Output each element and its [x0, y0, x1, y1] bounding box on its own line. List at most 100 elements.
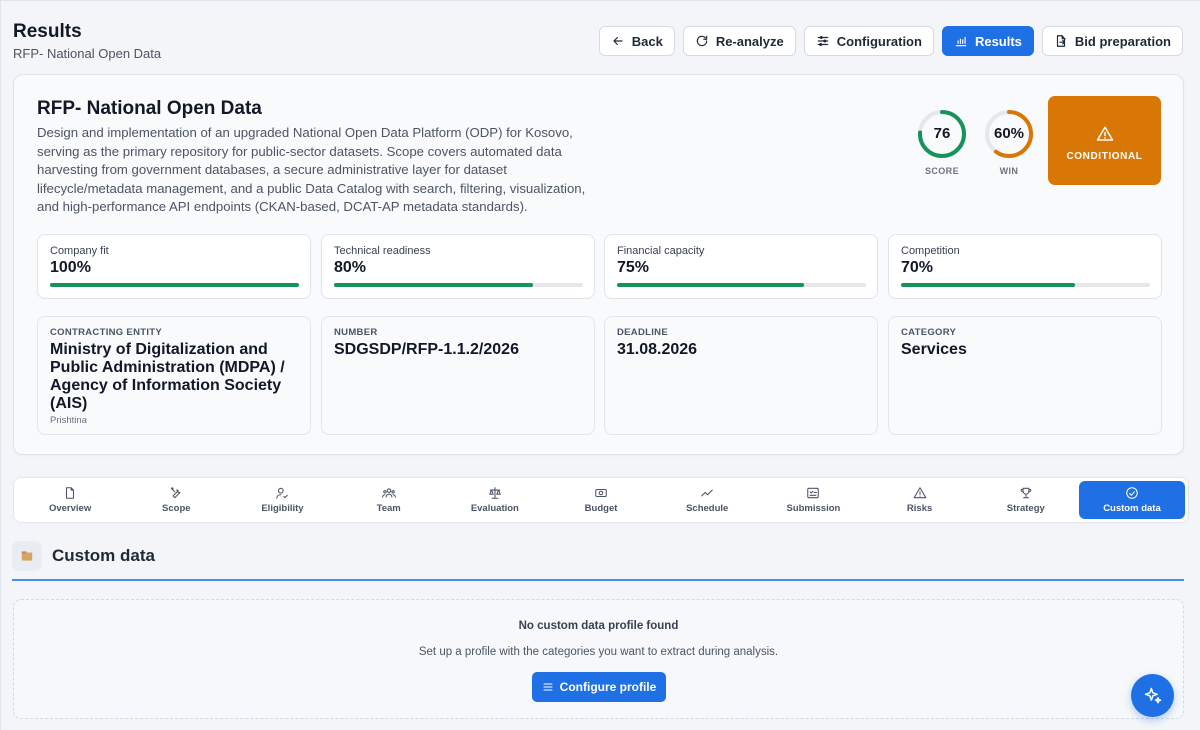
- tab-label: Scope: [162, 503, 191, 514]
- tab-custom-data[interactable]: Custom data: [1078, 481, 1186, 519]
- tab-schedule[interactable]: Schedule: [654, 481, 760, 519]
- section-divider: [12, 579, 1184, 581]
- tab-evaluation[interactable]: Evaluation: [442, 481, 548, 519]
- rfp-summary-card: RFP- National Open Data Design and imple…: [13, 74, 1184, 455]
- tab-submission[interactable]: Submission: [760, 481, 866, 519]
- tab-eligibility[interactable]: Eligibility: [229, 481, 335, 519]
- metric-competition: Competition 70%: [888, 234, 1162, 299]
- progress-bar: [901, 283, 1150, 287]
- checklist-icon: [807, 487, 820, 499]
- metric-label: Company fit: [50, 245, 109, 257]
- results-page: Results RFP- National Open Data Back Re-…: [0, 0, 1200, 730]
- file-icon: [66, 487, 75, 499]
- empty-state: No custom data profile found Set up a pr…: [13, 599, 1184, 719]
- configuration-button[interactable]: Configuration: [803, 26, 934, 56]
- trophy-icon: [1020, 487, 1032, 499]
- scale-icon: [489, 487, 501, 499]
- verdict-badge: CONDITIONAL: [1048, 96, 1161, 185]
- deadline-card: DEADLINE 31.08.2026: [604, 316, 878, 435]
- page-subtitle: RFP- National Open Data: [13, 46, 162, 61]
- rfp-title: RFP- National Open Data: [37, 98, 262, 119]
- info-label: NUMBER: [334, 327, 378, 338]
- win-gauge: 60% WIN: [982, 109, 1036, 176]
- metric-financial-capacity: Financial capacity 75%: [604, 234, 878, 299]
- tab-label: Overview: [48, 503, 92, 514]
- score-label: SCORE: [924, 166, 959, 176]
- page-title: Results: [13, 21, 82, 42]
- reanalyze-button-label: Re-analyze: [715, 33, 784, 49]
- custom-icon: [1126, 487, 1138, 499]
- metric-label: Financial capacity: [617, 245, 705, 257]
- metric-company-fit: Company fit 100%: [37, 234, 311, 299]
- team-icon: [381, 488, 396, 498]
- bid-preparation-button[interactable]: Bid preparation: [1041, 26, 1183, 56]
- tab-strategy[interactable]: Strategy: [973, 481, 1079, 519]
- tab-label: Budget: [584, 503, 618, 514]
- tab-team[interactable]: Team: [336, 481, 442, 519]
- metric-value: 70%: [901, 259, 934, 276]
- refresh-icon: [696, 35, 708, 47]
- empty-state-title: No custom data profile found: [518, 620, 679, 632]
- tab-overview[interactable]: Overview: [17, 481, 123, 519]
- info-value: SDGSDP/RFP-1.1.2/2026: [334, 341, 519, 358]
- trend-icon: [701, 489, 713, 497]
- chart-icon: [955, 36, 967, 47]
- rfp-description: Design and implementation of an upgraded…: [37, 125, 586, 214]
- sparkles-icon: [1144, 687, 1161, 703]
- number-card: NUMBER SDGSDP/RFP-1.1.2/2026: [321, 316, 595, 435]
- progress-bar: [334, 283, 583, 287]
- score-gauge: 76 SCORE: [915, 109, 969, 176]
- info-label: DEADLINE: [617, 327, 668, 338]
- analysis-tabs: Overview Scope Eligibility Team Evaluati…: [13, 477, 1189, 523]
- progress-bar: [617, 283, 866, 287]
- score-value: 76: [933, 125, 951, 142]
- tab-label: Evaluation: [470, 503, 519, 514]
- warning-icon: [1096, 126, 1113, 141]
- reanalyze-button[interactable]: Re-analyze: [682, 26, 796, 56]
- results-button[interactable]: Results: [941, 26, 1034, 56]
- metric-value: 80%: [334, 259, 367, 276]
- info-value: 31.08.2026: [617, 341, 698, 358]
- tab-scope[interactable]: Scope: [123, 481, 229, 519]
- tools-icon: [171, 487, 181, 499]
- verdict-label: CONDITIONAL: [1066, 151, 1143, 162]
- folder-icon: [12, 541, 42, 571]
- configuration-button-label: Configuration: [836, 33, 922, 49]
- metric-label: Technical readiness: [334, 245, 431, 257]
- category-card: CATEGORY Services: [888, 316, 1162, 435]
- money-icon: [595, 488, 607, 498]
- metric-value: 75%: [617, 259, 650, 276]
- metric-value: 100%: [50, 259, 91, 276]
- bid-preparation-button-label: Bid preparation: [1074, 33, 1171, 49]
- warning-icon: [913, 487, 926, 499]
- file-export-icon: [1056, 35, 1066, 47]
- tab-label: Team: [376, 503, 401, 514]
- back-button[interactable]: Back: [598, 26, 675, 56]
- configure-profile-label: Configure profile: [559, 680, 657, 694]
- tab-label: Custom data: [1103, 503, 1161, 514]
- progress-bar: [50, 283, 299, 287]
- ai-assistant-button[interactable]: [1131, 674, 1174, 717]
- back-button-label: Back: [631, 33, 663, 49]
- metric-label: Competition: [901, 245, 960, 257]
- configure-profile-button[interactable]: Configure profile: [532, 672, 666, 702]
- win-value: 60%: [993, 125, 1025, 142]
- contracting-entity-card: CONTRACTING ENTITY Ministry of Digitaliz…: [37, 316, 311, 435]
- tab-risks[interactable]: Risks: [867, 481, 973, 519]
- win-label: WIN: [999, 166, 1019, 176]
- sliders-icon: [543, 683, 553, 691]
- entity-location: Prishtina: [50, 415, 87, 426]
- toolbar: Back Re-analyze Configuration Results Bi…: [598, 26, 1183, 56]
- tab-budget[interactable]: Budget: [548, 481, 654, 519]
- info-value: Services: [901, 341, 967, 358]
- tab-label: Risks: [906, 503, 933, 514]
- tab-label: Schedule: [686, 503, 729, 514]
- info-label: CATEGORY: [901, 327, 957, 338]
- info-value: Ministry of Digitalization and Public Ad…: [50, 341, 285, 412]
- empty-state-text: Set up a profile with the categories you…: [418, 646, 779, 658]
- arrow-left-icon: [613, 36, 623, 46]
- info-label: CONTRACTING ENTITY: [50, 327, 163, 338]
- results-button-label: Results: [974, 33, 1022, 49]
- user-check-icon: [276, 487, 289, 499]
- tab-label: Strategy: [1006, 503, 1045, 514]
